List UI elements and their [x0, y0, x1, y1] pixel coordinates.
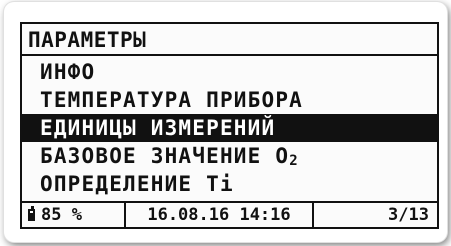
- menu-item-label: ТЕМПЕРАТУРА ПРИБОРА: [40, 88, 304, 112]
- subscript: 2: [289, 153, 299, 169]
- menu-item-label: ЕДИНИЦЫ ИЗМЕРЕНИЙ: [40, 116, 276, 140]
- menu-item-label: ОПРЕДЕЛЕНИЕ Ti: [40, 172, 234, 196]
- menu-item-info[interactable]: ИНФО: [22, 58, 437, 86]
- screen-title: ПАРАМЕТРЫ: [22, 24, 437, 56]
- parameters-menu: ИНФО ТЕМПЕРАТУРА ПРИБОРА ЕДИНИЦЫ ИЗМЕРЕН…: [22, 58, 437, 198]
- page-indicator: 3/13: [388, 205, 429, 225]
- battery-level: 85 %: [41, 205, 82, 225]
- menu-item-label: БАЗОВОЕ ЗНАЧЕНИЕ O: [40, 144, 290, 168]
- lcd-screen: ПАРАМЕТРЫ ИНФО ТЕМПЕРАТУРА ПРИБОРА ЕДИНИ…: [20, 22, 439, 229]
- battery-cell: 85 %: [22, 203, 126, 227]
- menu-item-label: ИНФО: [40, 60, 96, 84]
- datetime: 16.08.16 14:16: [126, 203, 314, 227]
- menu-item-determination-ti[interactable]: ОПРЕДЕЛЕНИЕ Ti: [22, 170, 437, 198]
- device-display-frame: ПАРАМЕТРЫ ИНФО ТЕМПЕРАТУРА ПРИБОРА ЕДИНИ…: [4, 2, 447, 242]
- menu-item-units[interactable]: ЕДИНИЦЫ ИЗМЕРЕНИЙ: [22, 114, 437, 142]
- status-bar: 85 % 16.08.16 14:16 3/13: [22, 201, 437, 227]
- menu-item-base-value-o2[interactable]: БАЗОВОЕ ЗНАЧЕНИЕ O2: [22, 142, 437, 170]
- battery-icon: [28, 206, 35, 221]
- menu-item-device-temperature[interactable]: ТЕМПЕРАТУРА ПРИБОРА: [22, 86, 437, 114]
